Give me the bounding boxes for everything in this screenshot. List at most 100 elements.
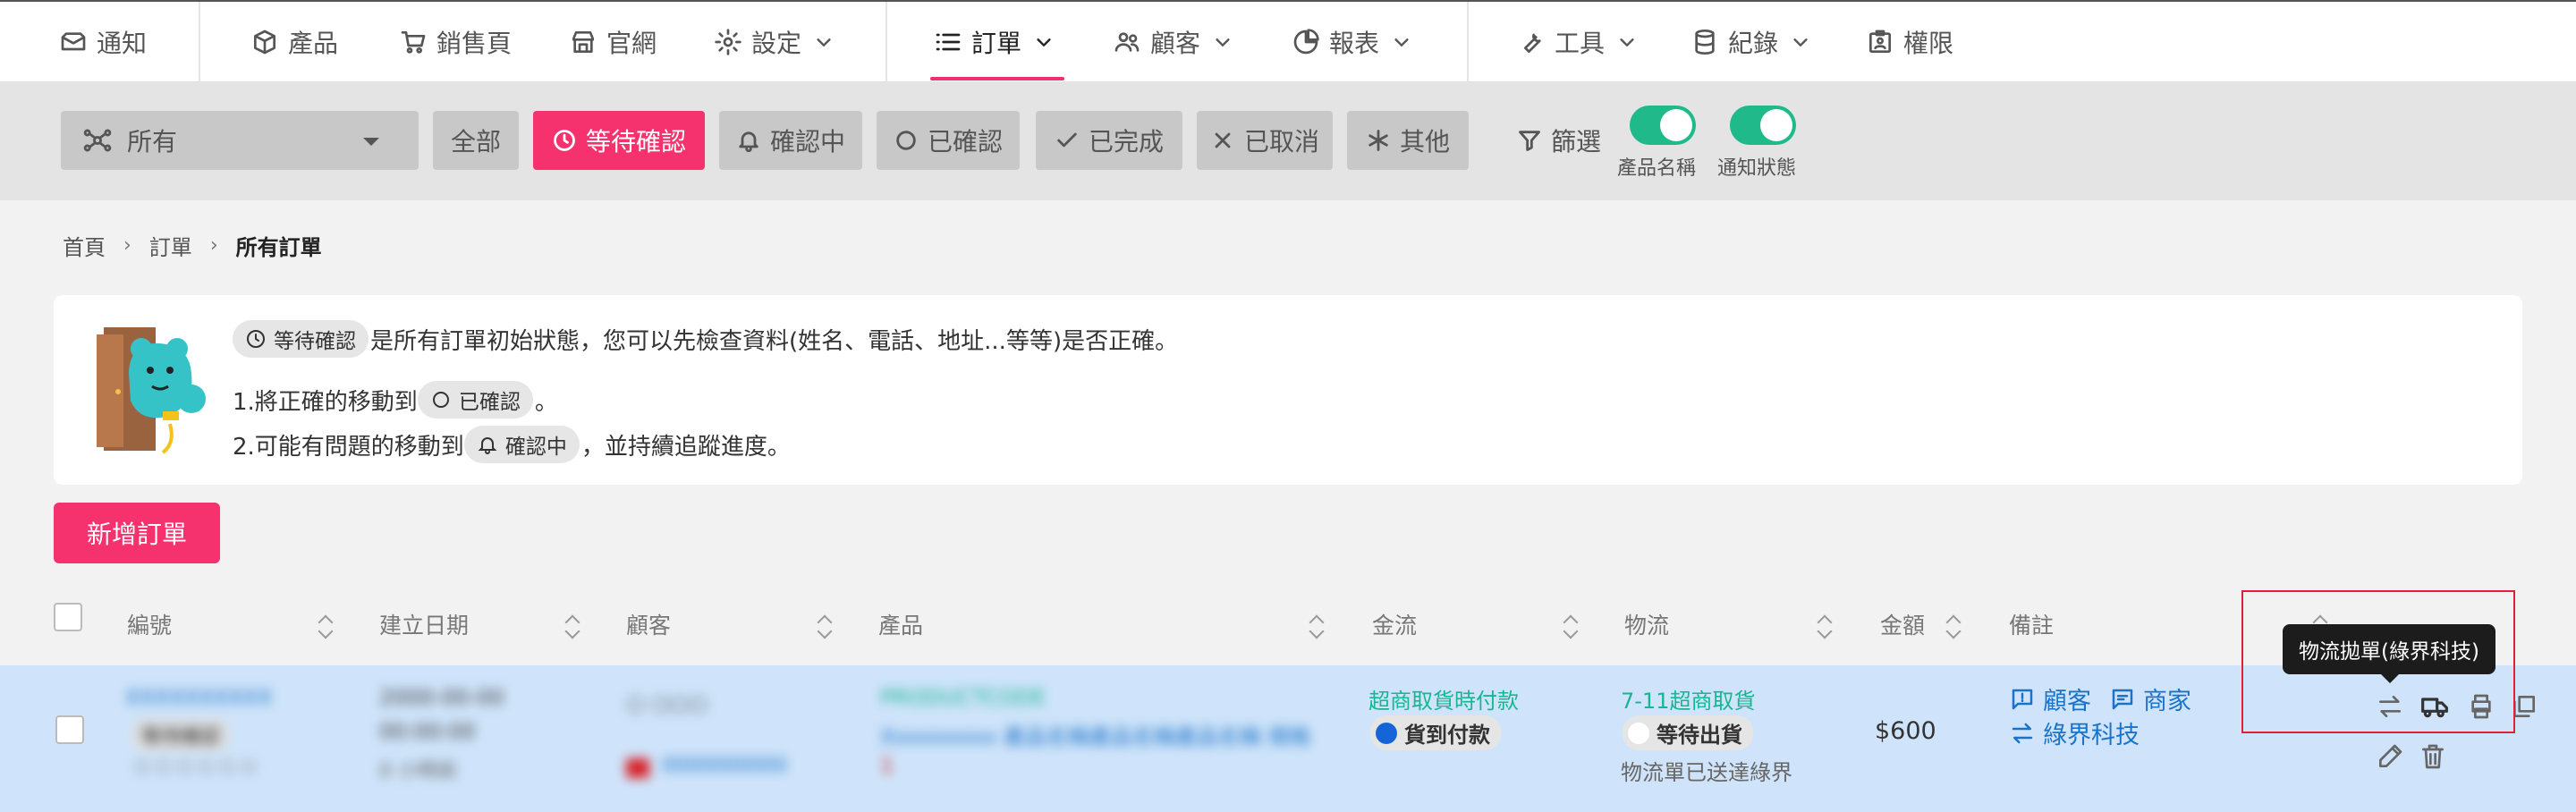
nav-orders-label: 訂單: [971, 29, 1022, 58]
pencil-icon[interactable]: [2376, 742, 2404, 771]
note-customer-label: 顧客: [2043, 688, 2091, 715]
nav-orders[interactable]: 訂單: [934, 2, 1054, 82]
comment-alert-icon: [2012, 689, 2033, 709]
header-amount[interactable]: 金額: [1880, 608, 1925, 640]
nav-reports-label: 報表: [1329, 29, 1380, 58]
nav-notify-label: 通知: [97, 29, 148, 58]
nav-website-label: 官網: [606, 29, 657, 58]
info-line-2-prefix: 1.將正確的移動到: [233, 388, 418, 416]
note-merchant-link[interactable]: 商家: [2109, 681, 2191, 716]
add-order-button[interactable]: 新增訂單: [54, 503, 220, 563]
cart-icon: [401, 31, 426, 54]
confirming-pill-label: 確認中: [504, 436, 567, 459]
tooltip-arrow: [2381, 674, 2399, 683]
cube-icon: [254, 30, 275, 55]
confirming-status-pill: 確認中: [463, 426, 580, 463]
product-name[interactable]: Xxxxxxxxx 產品名稱產品名稱產品名稱 規格: [880, 719, 1310, 750]
header-logistics[interactable]: 物流: [1624, 608, 1669, 640]
payment-status-label: 貨到付款: [1404, 723, 1490, 748]
pending-pill-label: 等待確認: [274, 330, 356, 353]
nav-notify[interactable]: 通知: [59, 2, 147, 82]
circle-icon: [896, 131, 916, 150]
toggle-notify-status-label: 通知狀態: [1717, 157, 1797, 180]
nav-permissions[interactable]: 權限: [1866, 2, 1953, 82]
note-customer-link[interactable]: 顧客: [2009, 681, 2091, 716]
order-amount: $600: [1875, 717, 1936, 745]
filter-confirming-button[interactable]: 確認中: [719, 111, 862, 170]
storefront-icon: [572, 31, 594, 53]
order-tags: ○ ○ ○ ○ ○ ○: [134, 755, 257, 776]
header-customer[interactable]: 顧客: [626, 608, 671, 640]
channel-select[interactable]: 所有: [61, 111, 419, 170]
mascot-door-illustration: [97, 327, 206, 454]
header-created[interactable]: 建立日期: [379, 608, 469, 640]
toggle-product-name[interactable]: [1630, 106, 1696, 145]
nav-divider: [886, 2, 887, 82]
nav-products[interactable]: 產品: [250, 2, 338, 82]
table-row[interactable]: XXXXXXXXXX 等待確認 ○ ○ ○ ○ ○ ○ 2000-00-00 0…: [0, 665, 2576, 812]
filter-completed-label: 已完成: [1088, 127, 1164, 156]
sort-created-icon[interactable]: [567, 613, 581, 640]
clock-icon: [554, 130, 575, 151]
created-time: 00:00:00: [379, 719, 476, 744]
trash-icon[interactable]: [2419, 742, 2447, 771]
nav-customers-label: 顧客: [1150, 29, 1201, 58]
nav-settings-label: 設定: [751, 29, 802, 58]
users-icon: [1114, 32, 1140, 52]
filter-cancelled-button[interactable]: 已取消: [1197, 111, 1333, 170]
share-nodes-icon: [83, 129, 112, 152]
note-ecpay-link[interactable]: 綠界科技: [2009, 715, 2140, 750]
payment-method: 超商取貨時付款: [1368, 689, 1519, 714]
info-line-3: 2.可能有問題的移動到 確認中 ，並持續追蹤進度。: [233, 426, 791, 463]
product-sku[interactable]: PRODUCTCODE: [880, 685, 1046, 710]
nav-records[interactable]: 紀錄: [1690, 2, 1810, 82]
order-id[interactable]: XXXXXXXXXX: [125, 685, 272, 710]
sort-id-icon[interactable]: [320, 613, 335, 640]
header-id[interactable]: 編號: [127, 608, 172, 640]
filter-confirming-label: 確認中: [769, 127, 845, 156]
check-icon: [1057, 132, 1077, 148]
filter-label: 篩選: [1550, 127, 1601, 156]
nav-customers[interactable]: 顧客: [1113, 2, 1233, 82]
filter-completed-button[interactable]: 已完成: [1036, 111, 1182, 170]
filter-pending-button[interactable]: 等待確認: [533, 111, 705, 170]
product-qty: 1: [880, 753, 894, 778]
filter-bar: 所有 全部 等待確認 確認中 已確認 已完成 已取消 其他 篩選 產品名稱 通知…: [0, 82, 2576, 200]
nav-reports[interactable]: 報表: [1292, 2, 1411, 82]
wrench-icon: [1524, 33, 1541, 53]
filter-confirmed-label: 已確認: [927, 127, 1003, 156]
filter-other-button[interactable]: 其他: [1347, 111, 1469, 170]
breadcrumb-home[interactable]: 首頁: [63, 230, 106, 261]
sort-customer-icon[interactable]: [819, 613, 834, 640]
filter-confirmed-button[interactable]: 已確認: [877, 111, 1020, 170]
breadcrumb-current: 所有訂單: [235, 234, 322, 260]
header-product[interactable]: 產品: [878, 608, 923, 640]
info-line-3-prefix: 2.可能有問題的移動到: [233, 433, 464, 461]
filter-button[interactable]: 篩選: [1487, 111, 1631, 170]
chevron-right-icon: ›: [123, 233, 131, 257]
order-status-pill: 等待確認: [132, 719, 230, 751]
chevron-down-icon: [1037, 38, 1051, 47]
nav-settings[interactable]: 設定: [714, 2, 834, 82]
header-payment[interactable]: 金流: [1372, 608, 1417, 640]
note-merchant-label: 商家: [2143, 688, 2191, 715]
nav-sales-page[interactable]: 銷售頁: [399, 2, 512, 82]
filter-other-label: 其他: [1399, 127, 1450, 156]
nav-website[interactable]: 官網: [569, 2, 657, 82]
customer-name[interactable]: ○ ○○○: [626, 690, 708, 715]
select-all-checkbox[interactable]: [54, 603, 82, 631]
sort-product-icon[interactable]: [1311, 613, 1326, 640]
breadcrumb-orders[interactable]: 訂單: [149, 230, 192, 261]
nav-products-label: 產品: [288, 29, 339, 58]
filter-all-button[interactable]: 全部: [433, 111, 519, 170]
sort-amount-icon[interactable]: [1948, 613, 1962, 640]
sort-payment-icon[interactable]: [1565, 613, 1580, 640]
asterisk-icon: [1368, 130, 1388, 151]
info-line-3-suffix: ，並持續追蹤進度。: [580, 433, 791, 461]
sort-logistics-icon[interactable]: [1819, 613, 1834, 640]
row-checkbox[interactable]: [55, 715, 84, 744]
toggle-notify-status[interactable]: [1730, 106, 1796, 145]
id-badge-icon: [1869, 30, 1891, 53]
customer-phone[interactable]: 0000000000: [662, 755, 787, 777]
nav-tools[interactable]: 工具: [1517, 2, 1637, 82]
